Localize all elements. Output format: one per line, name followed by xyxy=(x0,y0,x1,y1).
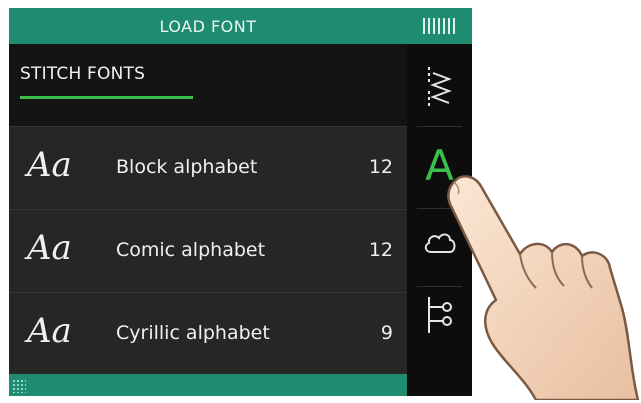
font-name: Cyrillic alphabet xyxy=(116,322,270,344)
footer-bar xyxy=(9,374,407,396)
font-sample: Aa xyxy=(27,228,72,268)
pointing-hand-icon xyxy=(447,175,640,400)
stitch-menu-button[interactable] xyxy=(407,48,472,126)
font-name: Comic alphabet xyxy=(116,239,266,261)
section-title: STITCH FONTS xyxy=(20,64,146,84)
font-name: Block alphabet xyxy=(116,156,258,178)
machine-screen: LOAD FONT STITCH FONTS Aa Block alphabet… xyxy=(9,8,472,396)
font-row-block[interactable]: Aa Block alphabet 12 xyxy=(9,126,407,209)
font-row-comic[interactable]: Aa Comic alphabet 12 xyxy=(9,209,407,292)
tab-underline xyxy=(20,96,193,99)
load-font-header: LOAD FONT xyxy=(9,8,407,44)
grip-icon[interactable] xyxy=(407,8,472,44)
font-row-cyrillic[interactable]: Aa Cyrillic alphabet 9 xyxy=(9,292,407,375)
resize-grip-icon[interactable] xyxy=(12,379,26,393)
header-title: LOAD FONT xyxy=(159,16,257,36)
font-count: 12 xyxy=(368,239,393,261)
font-count: 9 xyxy=(380,322,393,344)
font-sample: Aa xyxy=(27,311,72,351)
stitch-zigzag-icon xyxy=(427,67,452,107)
stitch-fonts-tab[interactable]: STITCH FONTS xyxy=(9,44,407,126)
font-count: 12 xyxy=(368,156,393,178)
font-sample: Aa xyxy=(27,145,72,185)
